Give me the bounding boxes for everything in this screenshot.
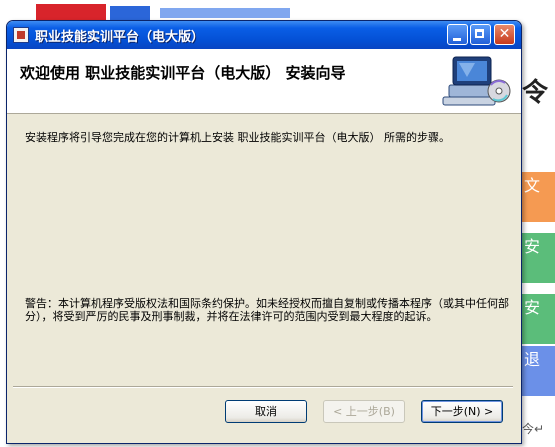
computer-cd-icon [442, 56, 511, 106]
background-heading-char: 令 [522, 78, 549, 108]
back-button[interactable]: < 上一步(B) [323, 400, 405, 423]
next-button[interactable]: 下一步(N) > [421, 400, 503, 423]
window-title: 职业技能实训平台（电大版） [35, 30, 205, 45]
wizard-header: 欢迎使用 职业技能实训平台（电大版） 安装向导 [7, 49, 521, 114]
background-side-tab: 安 [522, 233, 555, 283]
minimize-button[interactable] [447, 24, 468, 45]
app-icon[interactable] [13, 27, 29, 43]
copyright-warning: 警告：本计算机程序受版权法和国际条约保护。如未经授权而擅自复制或传播本程序（或其… [25, 297, 509, 323]
background-blue-strip [160, 8, 290, 18]
installer-window: 职业技能实训平台（电大版） ✕ 欢迎使用 职业技能实训平台（电大版） 安装向导 … [6, 20, 522, 444]
maximize-button[interactable] [470, 24, 491, 45]
close-button[interactable]: ✕ [494, 24, 515, 45]
background-side-tab: 文 [522, 172, 555, 222]
intro-text: 安装程序将引导您完成在您的计算机上安装 职业技能实训平台（电大版） 所需的步骤。 [25, 131, 450, 144]
background-paragraph-mark: 今↵ [522, 422, 545, 436]
cancel-button[interactable]: 取消 [225, 400, 307, 423]
background-side-tab: 退 [522, 346, 555, 396]
button-separator [13, 386, 513, 388]
wizard-title: 欢迎使用 职业技能实训平台（电大版） 安装向导 [20, 64, 346, 82]
background-blue-block [110, 6, 150, 20]
background-side-tab: 安 [522, 294, 555, 344]
title-bar[interactable]: 职业技能实训平台（电大版） ✕ [7, 21, 521, 49]
